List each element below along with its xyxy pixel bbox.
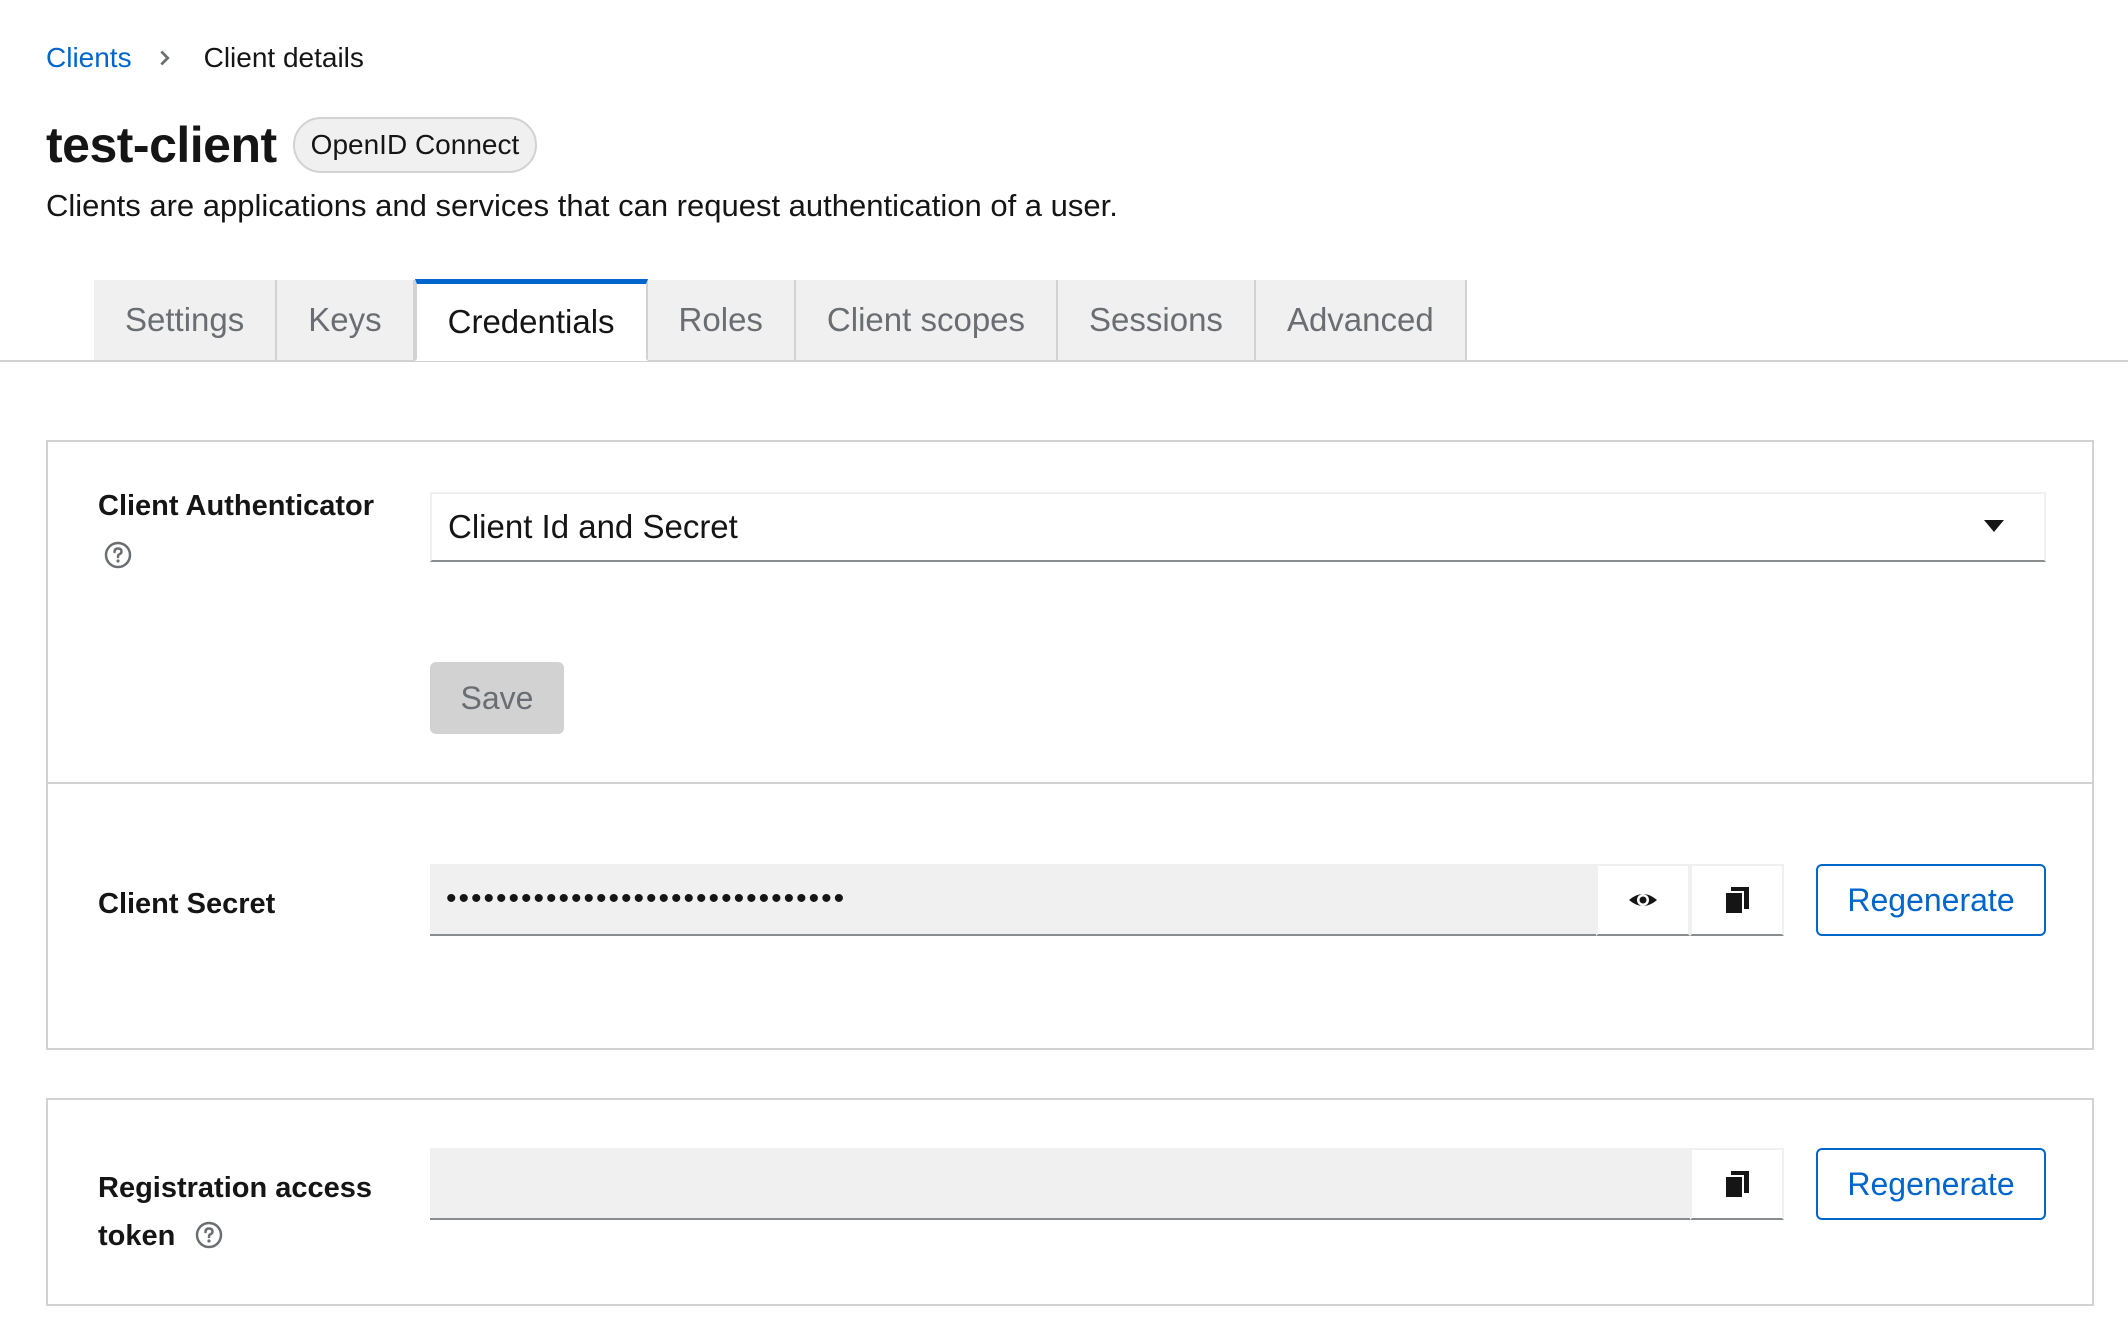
client-authenticator-label-text: Client Authenticator bbox=[98, 490, 375, 522]
client-authenticator-label: Client Authenticator bbox=[98, 482, 374, 578]
page-title: test-client bbox=[46, 117, 277, 173]
tab-sessions[interactable]: Sessions bbox=[1058, 280, 1256, 360]
client-authenticator-select[interactable]: Client Id and Secret bbox=[430, 492, 2046, 562]
copy-secret-button[interactable] bbox=[1690, 864, 1784, 936]
show-secret-button[interactable] bbox=[1596, 864, 1690, 936]
caret-down-icon bbox=[1984, 520, 2004, 532]
registration-token-input-group bbox=[430, 1148, 1784, 1220]
chevron-right-icon bbox=[159, 50, 170, 66]
tab-keys[interactable]: Keys bbox=[277, 280, 415, 360]
registration-token-label-line1: Registration access bbox=[98, 1172, 373, 1204]
page-header: test-client OpenID Connect bbox=[46, 116, 538, 174]
help-circle-icon[interactable] bbox=[195, 1221, 223, 1249]
page-subtitle: Clients are applications and services th… bbox=[46, 188, 1118, 223]
section-divider bbox=[48, 782, 2092, 784]
breadcrumb-clients-link[interactable]: Clients bbox=[46, 42, 132, 74]
regenerate-token-button[interactable]: Regenerate bbox=[1816, 1148, 2046, 1220]
client-authenticator-value: Client Id and Secret bbox=[448, 508, 738, 545]
tab-settings[interactable]: Settings bbox=[94, 280, 278, 360]
copy-icon bbox=[1724, 887, 1749, 915]
help-circle-icon[interactable] bbox=[104, 541, 132, 569]
copy-token-button[interactable] bbox=[1690, 1148, 1784, 1220]
breadcrumb-current: Client details bbox=[203, 42, 364, 73]
tabs-bar: Settings Keys Credentials Roles Client s… bbox=[0, 279, 2128, 362]
client-secret-input[interactable]: •••••••••••••••••••••••••••••••• bbox=[430, 864, 1596, 936]
regenerate-secret-button[interactable]: Regenerate bbox=[1816, 864, 2046, 936]
client-secret-label: Client Secret bbox=[98, 888, 276, 920]
tab-client-scopes[interactable]: Client scopes bbox=[795, 280, 1059, 360]
registration-token-label: Registration access token bbox=[98, 1164, 372, 1260]
registration-token-input[interactable] bbox=[430, 1148, 1690, 1220]
breadcrumb: Clients Client details bbox=[46, 40, 364, 76]
protocol-badge: OpenID Connect bbox=[292, 117, 538, 173]
registration-token-card: Registration access token Regenerate bbox=[46, 1098, 2094, 1306]
tab-credentials[interactable]: Credentials bbox=[414, 279, 648, 361]
client-secret-input-group: •••••••••••••••••••••••••••••••• bbox=[430, 864, 1784, 936]
tab-roles[interactable]: Roles bbox=[647, 280, 796, 360]
save-button[interactable]: Save bbox=[430, 662, 564, 734]
credentials-card: Client Authenticator Client Id and Secre… bbox=[46, 440, 2094, 1050]
registration-token-label-line2: token bbox=[98, 1220, 176, 1252]
eye-icon bbox=[1629, 894, 1657, 906]
tab-list: Settings Keys Credentials Roles Client s… bbox=[94, 279, 1467, 361]
copy-icon bbox=[1724, 1171, 1749, 1199]
tab-advanced[interactable]: Advanced bbox=[1255, 280, 1467, 360]
